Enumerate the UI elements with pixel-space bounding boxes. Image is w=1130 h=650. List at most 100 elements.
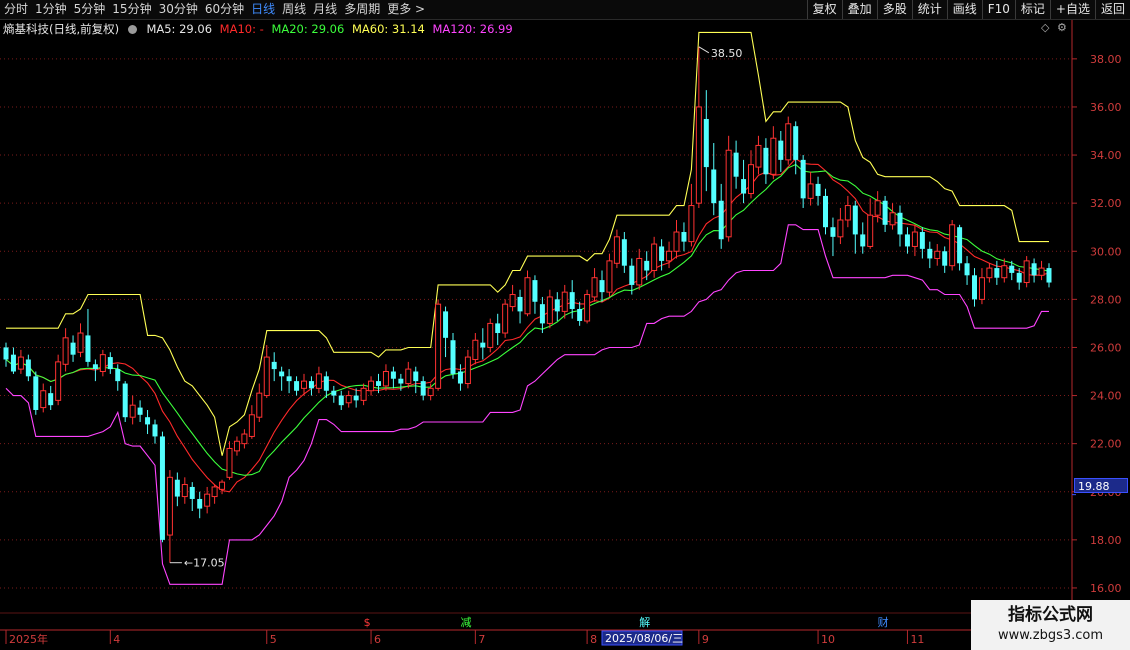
toolbar: 分时 1分钟 5分钟 15分钟 30分钟 60分钟 日线 周线 月线 多周期 更多 > 复权 叠加 多股… <box>0 0 1130 20</box>
candle-body-down <box>376 381 381 386</box>
candle-body-up <box>844 205 851 221</box>
period-tab-0[interactable]: 分时 <box>0 0 31 19</box>
candle-body-up <box>651 243 658 271</box>
candle-body-down <box>1016 272 1022 283</box>
candle-body-up <box>405 368 412 385</box>
candle-body-down <box>115 369 121 382</box>
tool-button-4[interactable]: 画线 <box>946 0 982 19</box>
candle-body-up <box>181 484 188 498</box>
candle-body-up <box>55 361 62 401</box>
candle-body-up <box>427 387 434 397</box>
candle-body-down <box>718 200 724 240</box>
period-tab-2[interactable]: 5分钟 <box>70 0 109 19</box>
period-tab-7[interactable]: 周线 <box>278 0 309 19</box>
period-tab-3[interactable]: 15分钟 <box>108 0 154 19</box>
period-tab-6[interactable]: 日线 <box>247 0 278 19</box>
candle-body-down <box>398 378 404 384</box>
candle-body-down <box>793 126 799 160</box>
candle-body-up <box>978 277 985 300</box>
candle-body-down <box>107 357 113 370</box>
candle-body-down <box>763 147 769 175</box>
candle-body-down <box>3 347 9 360</box>
candle-body-down <box>323 376 329 391</box>
candle-body-up <box>219 481 226 490</box>
candle-body-up <box>770 137 777 175</box>
candle-body-down <box>279 371 285 377</box>
tool-button-7[interactable]: +自选 <box>1049 0 1095 19</box>
y-tick-label: 30.00 <box>1090 245 1122 258</box>
y-tick-label: 22.00 <box>1090 438 1122 451</box>
candle-body-up <box>360 387 367 401</box>
watermark-url: www.zbgs3.com <box>997 628 1104 643</box>
candle-body-down <box>189 486 195 499</box>
candle-body-down <box>70 342 76 355</box>
candle-body-up <box>725 149 732 238</box>
candle-body-down <box>420 381 426 396</box>
candle-body-down <box>703 118 709 168</box>
candle-body-up <box>256 392 263 418</box>
event-mark: 减 <box>460 616 471 629</box>
candle-body-down <box>621 239 627 266</box>
candle-body-up <box>382 371 389 387</box>
candle-body-down <box>413 371 419 382</box>
candle-body-down <box>353 395 359 401</box>
candle-body-down <box>92 364 98 370</box>
period-tab-9[interactable]: 多周期 <box>340 0 383 19</box>
candle-body-up <box>435 303 442 389</box>
tool-button-3[interactable]: 统计 <box>911 0 947 19</box>
candle-body-up <box>934 250 941 259</box>
candle-body-down <box>197 498 203 509</box>
y-tick-label: 36.00 <box>1090 101 1122 114</box>
candle-body-up <box>487 322 494 348</box>
candle-body-up <box>889 212 896 226</box>
period-tab-4[interactable]: 30分钟 <box>155 0 201 19</box>
candle-body-up <box>263 356 270 397</box>
candle-body-up <box>129 404 136 418</box>
tool-buttons: 复权 叠加 多股 统计 画线 F10 标记 +自选 返回 <box>806 0 1130 19</box>
candle-body-up <box>837 219 844 238</box>
period-tab-1[interactable]: 1分钟 <box>31 0 70 19</box>
candle-body-down <box>286 376 292 382</box>
tool-button-0[interactable]: 复权 <box>806 0 842 19</box>
candle-body-up <box>666 250 673 262</box>
candle-body-down <box>852 205 858 235</box>
candle-body-up <box>807 183 814 199</box>
candle-body-up <box>584 294 591 322</box>
candle-body-up <box>40 390 47 409</box>
period-tab-5[interactable]: 60分钟 <box>201 0 247 19</box>
tool-button-8[interactable]: 返回 <box>1094 0 1130 19</box>
candle-body-up <box>472 339 479 360</box>
period-tab-8[interactable]: 月线 <box>309 0 340 19</box>
candle-body-down <box>554 299 560 312</box>
max-pointer <box>698 46 710 54</box>
tool-button-6[interactable]: 标记 <box>1014 0 1050 19</box>
candle-body-up <box>233 440 240 452</box>
y-tick-label: 32.00 <box>1090 197 1122 210</box>
tool-button-5[interactable]: F10 <box>981 0 1015 19</box>
candle-body-down <box>964 263 970 276</box>
x-tick-label: 10 <box>821 633 835 646</box>
candle-body-down <box>85 335 91 362</box>
kline-chart[interactable]: 16.0018.0020.0022.0024.0026.0028.0030.00… <box>0 20 1130 650</box>
tool-button-2[interactable]: 多股 <box>876 0 912 19</box>
candle-body-up <box>636 257 643 286</box>
period-tab-10[interactable]: 更多 > <box>383 0 428 19</box>
tool-button-1[interactable]: 叠加 <box>841 0 877 19</box>
candle-body-down <box>25 359 31 377</box>
candle-body-down <box>904 234 910 247</box>
candle-body-down <box>539 304 545 324</box>
candle-body-up <box>673 231 680 252</box>
watermark-title: 指标公式网 <box>1008 605 1093 625</box>
candle-body-up <box>911 231 918 247</box>
candle-body-down <box>443 311 449 338</box>
candle-body-down <box>815 183 821 196</box>
candle-body-down <box>145 417 151 425</box>
candle-body-down <box>972 275 977 300</box>
candle-body-down <box>1046 268 1052 283</box>
candle-body-down <box>271 361 277 370</box>
candle-body-down <box>711 169 717 204</box>
candle-body-up <box>345 395 352 404</box>
candle-body-up <box>1001 265 1008 279</box>
candle-body-up <box>688 205 695 243</box>
candle-body-up <box>77 332 84 353</box>
